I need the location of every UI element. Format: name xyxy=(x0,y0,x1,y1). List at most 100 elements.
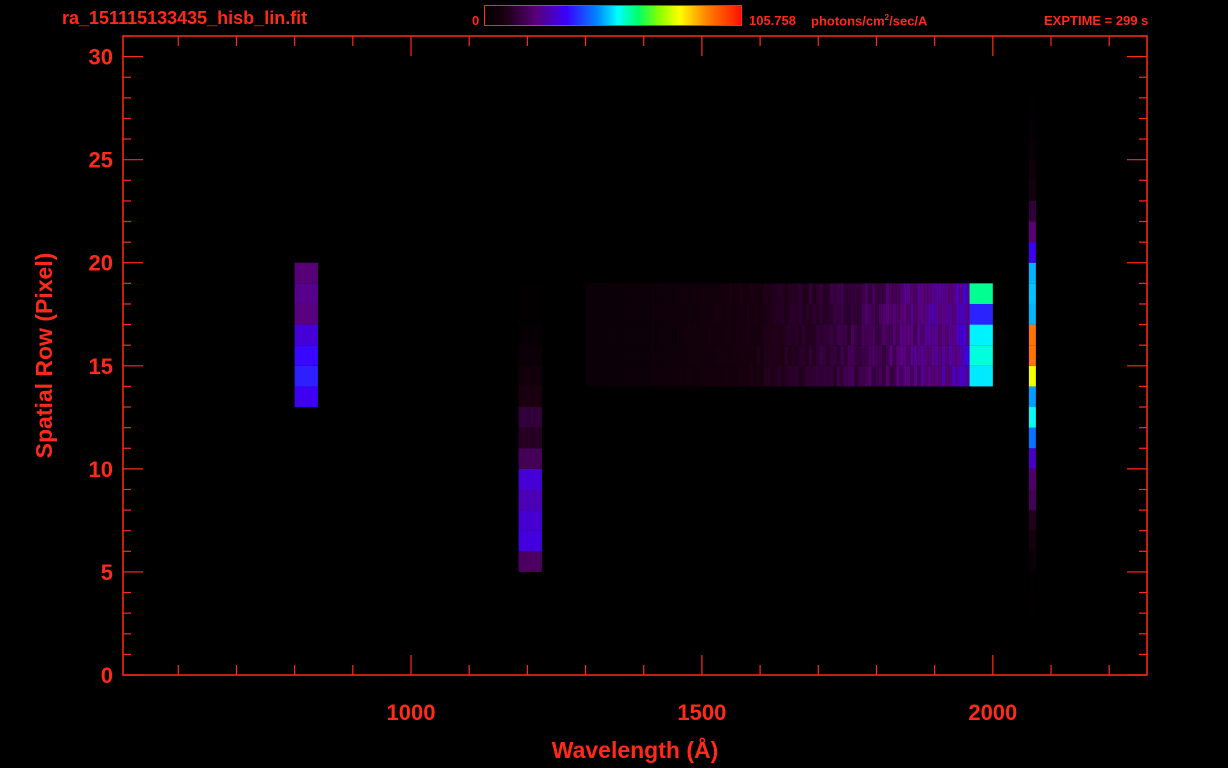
heatmap-cell xyxy=(767,345,771,366)
heatmap-cell xyxy=(903,345,907,366)
emission-cell xyxy=(518,303,542,325)
heatmap-cell xyxy=(714,303,719,325)
heatmap-cell xyxy=(815,283,820,304)
heatmap-cell xyxy=(700,345,705,366)
heatmap-cell xyxy=(822,283,827,304)
heatmap-cell xyxy=(864,365,869,387)
heatmap-cell xyxy=(672,283,677,304)
heatmap-cell xyxy=(868,365,872,387)
heatmap-cell xyxy=(966,365,970,387)
heatmap-cell xyxy=(697,324,701,346)
heatmap-cell xyxy=(931,283,935,304)
heatmap-cell xyxy=(784,345,789,366)
heatmap-cell xyxy=(885,365,890,387)
heatmap-cell xyxy=(819,303,823,325)
heatmap-cell xyxy=(882,365,886,387)
heatmap-cell xyxy=(941,303,946,325)
emission-cell xyxy=(518,262,542,284)
heatmap-cell xyxy=(819,283,823,304)
emission-cell xyxy=(1028,407,1036,428)
heatmap-cell xyxy=(676,345,680,366)
heatmap-cell xyxy=(899,345,904,366)
heatmap-cell xyxy=(795,303,799,325)
heatmap-cell xyxy=(637,283,642,304)
heatmap-cell xyxy=(910,365,914,387)
heatmap-cell xyxy=(627,324,631,346)
y-tick-label: 10 xyxy=(89,457,113,482)
heatmap-cell xyxy=(903,283,907,304)
heatmap-cell xyxy=(603,345,607,366)
heatmap-cell xyxy=(585,365,590,387)
heatmap-cell xyxy=(847,365,851,387)
heatmap-cell xyxy=(648,324,652,346)
heatmap-cell xyxy=(746,303,750,325)
heatmap-cell xyxy=(609,345,614,366)
heatmap-cell xyxy=(875,345,879,366)
heatmap-cell xyxy=(959,345,963,366)
heatmap-cell xyxy=(875,324,879,346)
heatmap-cell xyxy=(669,283,673,304)
heatmap-cell xyxy=(885,324,890,346)
heatmap-cell xyxy=(599,345,603,366)
heatmap-cell xyxy=(889,365,893,387)
heatmap-cell xyxy=(913,345,918,366)
heatmap-cell xyxy=(924,365,928,387)
heatmap-cell xyxy=(822,324,827,346)
heatmap-cell xyxy=(589,365,593,387)
heatmap-cell xyxy=(728,345,733,366)
heatmap-cell xyxy=(620,365,624,387)
heatmap-cell xyxy=(815,365,820,387)
heatmap-cell xyxy=(899,303,904,325)
heatmap-cell xyxy=(767,324,771,346)
heatmap-cell xyxy=(658,324,663,346)
heatmap-cell xyxy=(903,324,907,346)
heatmap-cell xyxy=(763,324,768,346)
heatmap-cell xyxy=(868,303,872,325)
heatmap-cell xyxy=(805,365,809,387)
heatmap-cell xyxy=(704,283,708,304)
heatmap-cell xyxy=(966,303,970,325)
heatmap-cell xyxy=(739,324,743,346)
heatmap-cell xyxy=(627,283,631,304)
heatmap-cell xyxy=(760,345,764,366)
heatmap-cell xyxy=(767,365,771,387)
heatmap-cell xyxy=(847,345,851,366)
heatmap-cell xyxy=(606,345,610,366)
emission-cell xyxy=(1028,283,1036,304)
heatmap-cell xyxy=(836,345,841,366)
heatmap-cell xyxy=(836,283,841,304)
heatmap-cell xyxy=(910,324,914,346)
heatmap-cell xyxy=(882,324,886,346)
heatmap-cell xyxy=(662,365,666,387)
heatmap-cell xyxy=(945,365,949,387)
heatmap-cell xyxy=(868,324,872,346)
heatmap-cell xyxy=(609,324,614,346)
heatmap-cell xyxy=(843,283,848,304)
heatmap-cell xyxy=(798,303,802,325)
heatmap-cell xyxy=(725,365,729,387)
heatmap-cell xyxy=(704,345,708,366)
emission-cell xyxy=(518,242,542,263)
heatmap-cell xyxy=(889,324,893,346)
heatmap-cell xyxy=(592,365,597,387)
heatmap-cell xyxy=(840,303,844,325)
heatmap-cell xyxy=(805,324,809,346)
emission-cell xyxy=(1028,200,1036,222)
heatmap-cell xyxy=(850,324,855,346)
heatmap-cell xyxy=(808,345,813,366)
emission-cell xyxy=(518,407,542,428)
heatmap-cell xyxy=(903,303,907,325)
y-tick-label: 0 xyxy=(101,663,113,688)
heatmap-cell xyxy=(630,324,635,346)
heatmap-cell xyxy=(658,365,663,387)
heatmap-cell xyxy=(707,283,712,304)
heatmap-cell xyxy=(959,324,963,346)
heatmap-cell xyxy=(700,303,705,325)
heatmap-cell xyxy=(843,324,848,346)
heatmap-cell xyxy=(864,324,869,346)
y-tick-label: 30 xyxy=(89,45,113,70)
heatmap-cell xyxy=(641,365,645,387)
heatmap-cell xyxy=(812,365,816,387)
heatmap-cell xyxy=(756,283,761,304)
x-tick-label: 1000 xyxy=(387,700,436,725)
